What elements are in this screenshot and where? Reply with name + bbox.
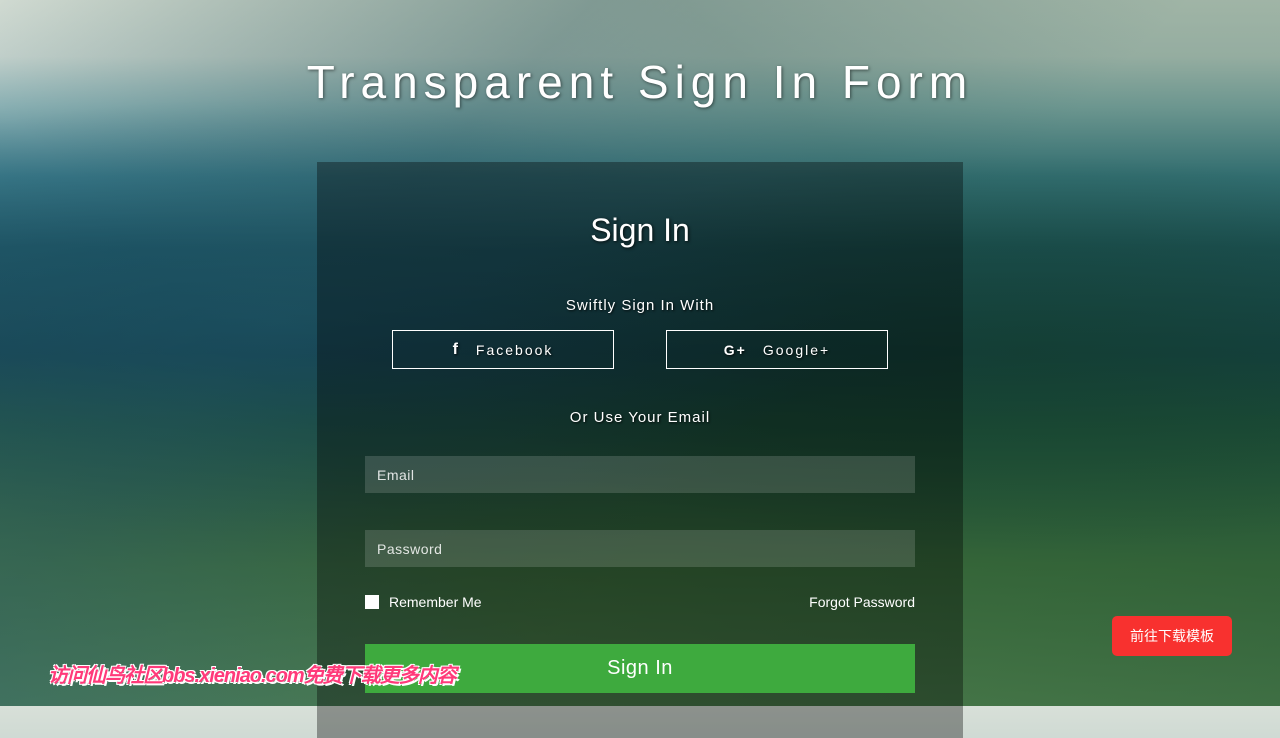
options-row: Remember Me Forgot Password	[365, 594, 915, 610]
signin-form-container: Sign In Swiftly Sign In With f Facebook …	[317, 162, 963, 738]
google-button[interactable]: G+ Google+	[666, 330, 888, 369]
email-field[interactable]	[365, 456, 915, 493]
google-plus-icon: G+	[724, 342, 747, 358]
social-buttons-row: f Facebook G+ Google+	[365, 330, 915, 369]
remember-me-wrap: Remember Me	[365, 594, 482, 610]
password-field[interactable]	[365, 530, 915, 567]
form-title: Sign In	[365, 212, 915, 249]
remember-me-checkbox[interactable]	[365, 595, 379, 609]
download-template-button[interactable]: 前往下载模板	[1112, 616, 1232, 656]
remember-me-label[interactable]: Remember Me	[389, 594, 482, 610]
page-title: Transparent Sign In Form	[0, 55, 1280, 109]
facebook-icon: f	[453, 341, 460, 359]
facebook-button[interactable]: f Facebook	[392, 330, 614, 369]
google-label: Google+	[763, 342, 830, 358]
swift-signin-label: Swiftly Sign In With	[365, 297, 915, 314]
forgot-password-link[interactable]: Forgot Password	[809, 594, 915, 610]
facebook-label: Facebook	[476, 342, 553, 358]
watermark-text: 访问仙鸟社区bbs.xieniao.com免费下载更多内容	[48, 659, 456, 688]
email-divider-label: Or Use Your Email	[365, 409, 915, 426]
